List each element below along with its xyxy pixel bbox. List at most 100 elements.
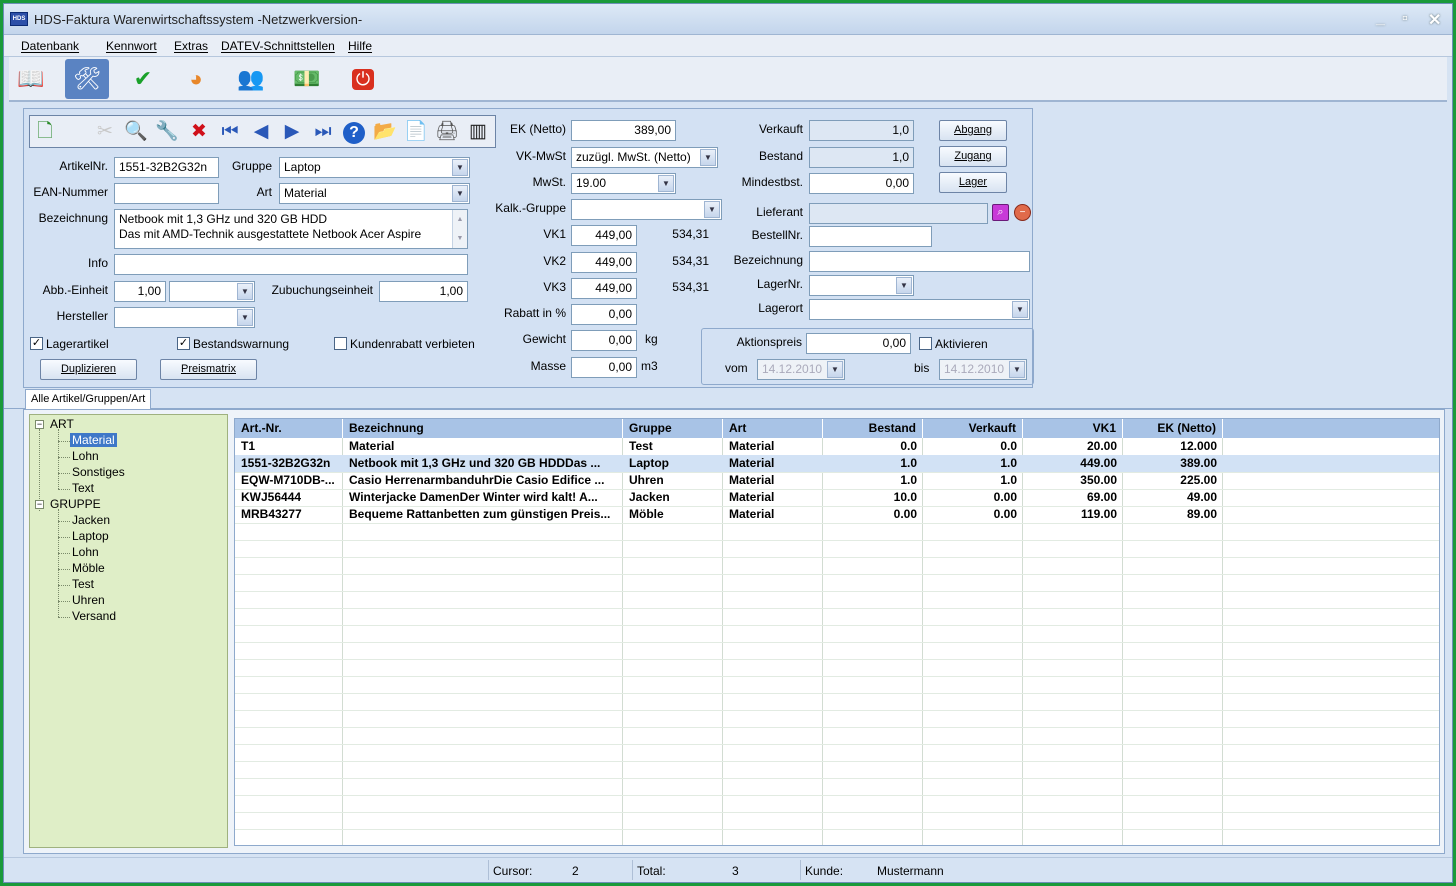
zubuchungseinheit-input[interactable]: 1,00 bbox=[379, 281, 468, 302]
vom-date[interactable]: 14.12.2010 ▼ bbox=[757, 359, 845, 380]
kalk-gruppe-select[interactable]: ▼ bbox=[571, 199, 722, 220]
checkmark-button[interactable]: ✔ bbox=[121, 59, 165, 99]
column-header[interactable]: Bezeichnung bbox=[343, 419, 623, 438]
menu-datenbank[interactable]: Datenbank bbox=[21, 39, 79, 53]
tree-node-laptop[interactable]: Laptop bbox=[72, 529, 109, 543]
menu-kennwort[interactable]: Kennwort bbox=[106, 39, 157, 53]
lieferant-clear-icon[interactable]: − bbox=[1014, 204, 1031, 221]
pie-chart-button[interactable]: ◕ bbox=[174, 59, 218, 99]
close-button[interactable]: ✕ bbox=[1428, 10, 1441, 30]
delete-button[interactable]: ✖ bbox=[186, 120, 212, 144]
tree-node-test[interactable]: Test bbox=[72, 577, 94, 591]
mwst-select[interactable]: 19.00 ▼ bbox=[571, 173, 676, 194]
lieferant-search-icon[interactable]: ⌕ bbox=[992, 204, 1009, 221]
collapse-icon[interactable]: − bbox=[35, 500, 44, 509]
column-header[interactable]: Gruppe bbox=[623, 419, 723, 438]
aktionspreis-input[interactable]: 0,00 bbox=[806, 333, 911, 354]
tree-node-jacken[interactable]: Jacken bbox=[72, 513, 110, 527]
lager-button[interactable]: Lager bbox=[939, 172, 1007, 193]
lagernr-select[interactable]: ▼ bbox=[809, 275, 914, 296]
preismatrix-button[interactable]: Preismatrix bbox=[160, 359, 257, 380]
column-header[interactable]: Verkauft bbox=[923, 419, 1023, 438]
people-button[interactable]: 👥 bbox=[229, 59, 273, 99]
info-input[interactable] bbox=[114, 254, 468, 275]
search-button[interactable]: 🔍 bbox=[123, 120, 149, 144]
vk3-input[interactable]: 449,00 bbox=[571, 278, 637, 299]
collapse-icon[interactable]: − bbox=[35, 420, 44, 429]
kundenrabatt-checkbox[interactable] bbox=[334, 337, 347, 350]
help-button[interactable]: ? bbox=[341, 120, 367, 144]
column-header[interactable]: Art bbox=[723, 419, 823, 438]
chevron-down-icon[interactable]: ▼ bbox=[704, 201, 720, 218]
tree-node-versand[interactable]: Versand bbox=[72, 609, 116, 623]
gruppe-select[interactable]: Laptop ▼ bbox=[279, 157, 470, 178]
power-button[interactable]: ⏻ bbox=[341, 59, 385, 99]
tree-node-moeble[interactable]: Möble bbox=[72, 561, 105, 575]
chevron-down-icon[interactable]: ▼ bbox=[700, 149, 716, 166]
artikelnr-input[interactable]: 1551-32B2G32n bbox=[114, 157, 219, 178]
lieferant-input[interactable] bbox=[809, 203, 988, 224]
vk1-input[interactable]: 449,00 bbox=[571, 225, 637, 246]
print-button[interactable]: 🖨 bbox=[434, 120, 460, 144]
table-row[interactable]: KWJ56444 Winterjacke DamenDer Winter wird… bbox=[235, 489, 1439, 506]
tree-node-material[interactable]: Material bbox=[70, 433, 117, 447]
rabatt-input[interactable]: 0,00 bbox=[571, 304, 637, 325]
vk-mwst-select[interactable]: zuzügl. MwSt. (Netto) ▼ bbox=[571, 147, 718, 168]
abgang-button[interactable]: Abgang bbox=[939, 120, 1007, 141]
cut-button[interactable]: ✂ bbox=[92, 120, 118, 144]
textarea-scrollbar[interactable]: ▲ ▼ bbox=[452, 210, 467, 248]
chevron-down-icon[interactable]: ▼ bbox=[896, 277, 912, 294]
menu-hilfe[interactable]: Hilfe bbox=[348, 39, 372, 53]
tab-alle-artikel[interactable]: Alle Artikel/Gruppen/Art bbox=[25, 389, 152, 410]
bezeichnung-textarea[interactable]: Netbook mit 1,3 GHz und 320 GB HDD Das m… bbox=[114, 209, 468, 249]
ek-netto-input[interactable]: 389,00 bbox=[571, 120, 676, 141]
chevron-down-icon[interactable]: ▼ bbox=[452, 185, 468, 202]
column-header[interactable]: EK (Netto) bbox=[1123, 419, 1223, 438]
barcode-button[interactable]: ▥ bbox=[465, 120, 491, 144]
column-header[interactable]: Bestand bbox=[823, 419, 923, 438]
bestandswarnung-checkbox[interactable]: ✓ bbox=[177, 337, 190, 350]
new-record-button[interactable]: 🗋 bbox=[32, 120, 58, 144]
money-button[interactable]: 💵 bbox=[285, 59, 329, 99]
document-search-button[interactable]: 📄 bbox=[403, 120, 429, 144]
masse-input[interactable]: 0,00 bbox=[571, 357, 637, 378]
tree-node-text[interactable]: Text bbox=[72, 481, 94, 495]
aktivieren-checkbox[interactable] bbox=[919, 337, 932, 350]
gewicht-input[interactable]: 0,00 bbox=[571, 330, 637, 351]
menu-extras[interactable]: Extras bbox=[174, 39, 208, 53]
tree-node-art[interactable]: ART bbox=[50, 417, 74, 431]
bestellnr-input[interactable] bbox=[809, 226, 932, 247]
bezeichnung2-input[interactable] bbox=[809, 251, 1030, 272]
table-row[interactable]: EQW-M710DB-... Casio HerrenarmbanduhrDie … bbox=[235, 472, 1439, 489]
tree-node-sonstiges[interactable]: Sonstiges bbox=[72, 465, 125, 479]
tree-node-lohn[interactable]: Lohn bbox=[72, 449, 99, 463]
abb-einheit-unit-select[interactable]: ▼ bbox=[169, 281, 255, 302]
maximize-button[interactable]: ▫ bbox=[1402, 10, 1408, 28]
abb-einheit-input[interactable]: 1,00 bbox=[114, 281, 166, 302]
zugang-button[interactable]: Zugang bbox=[939, 146, 1007, 167]
mindestbst-input[interactable]: 0,00 bbox=[809, 173, 914, 194]
bis-date[interactable]: 14.12.2010 ▼ bbox=[939, 359, 1027, 380]
hersteller-select[interactable]: ▼ bbox=[114, 307, 255, 328]
tree-node-uhren[interactable]: Uhren bbox=[72, 593, 105, 607]
table-row[interactable]: MRB43277 Bequeme Rattanbetten zum günstig… bbox=[235, 506, 1439, 523]
chevron-down-icon[interactable]: ▼ bbox=[237, 283, 253, 300]
open-folder-button[interactable]: 📂 bbox=[372, 120, 398, 144]
first-record-button[interactable]: ⏮ bbox=[217, 120, 243, 144]
duplizieren-button[interactable]: Duplizieren bbox=[40, 359, 137, 380]
table-row[interactable]: T1 Material Test Material 0.0 0.0 20.00 12.000 bbox=[235, 438, 1439, 455]
address-book-button[interactable]: 📖 bbox=[9, 59, 53, 99]
chevron-down-icon[interactable]: ▼ bbox=[237, 309, 253, 326]
chevron-down-icon[interactable]: ▼ bbox=[658, 175, 674, 192]
chevron-down-icon[interactable]: ▼ bbox=[827, 361, 843, 378]
search-tool-button[interactable]: 🔧 bbox=[154, 120, 180, 144]
ean-input[interactable] bbox=[114, 183, 219, 204]
lagerartikel-checkbox[interactable]: ✓ bbox=[30, 337, 43, 350]
column-header[interactable]: VK1 bbox=[1023, 419, 1123, 438]
previous-record-button[interactable]: ◀ bbox=[248, 120, 274, 144]
chevron-down-icon[interactable]: ▼ bbox=[1012, 301, 1028, 318]
chevron-down-icon[interactable]: ▼ bbox=[1009, 361, 1025, 378]
column-header[interactable]: Art.-Nr. bbox=[235, 419, 343, 438]
menu-datev[interactable]: DATEV-Schnittstellen bbox=[221, 39, 335, 53]
table-row[interactable]: 1551-32B2G32n Netbook mit 1,3 GHz und 320… bbox=[235, 455, 1439, 472]
